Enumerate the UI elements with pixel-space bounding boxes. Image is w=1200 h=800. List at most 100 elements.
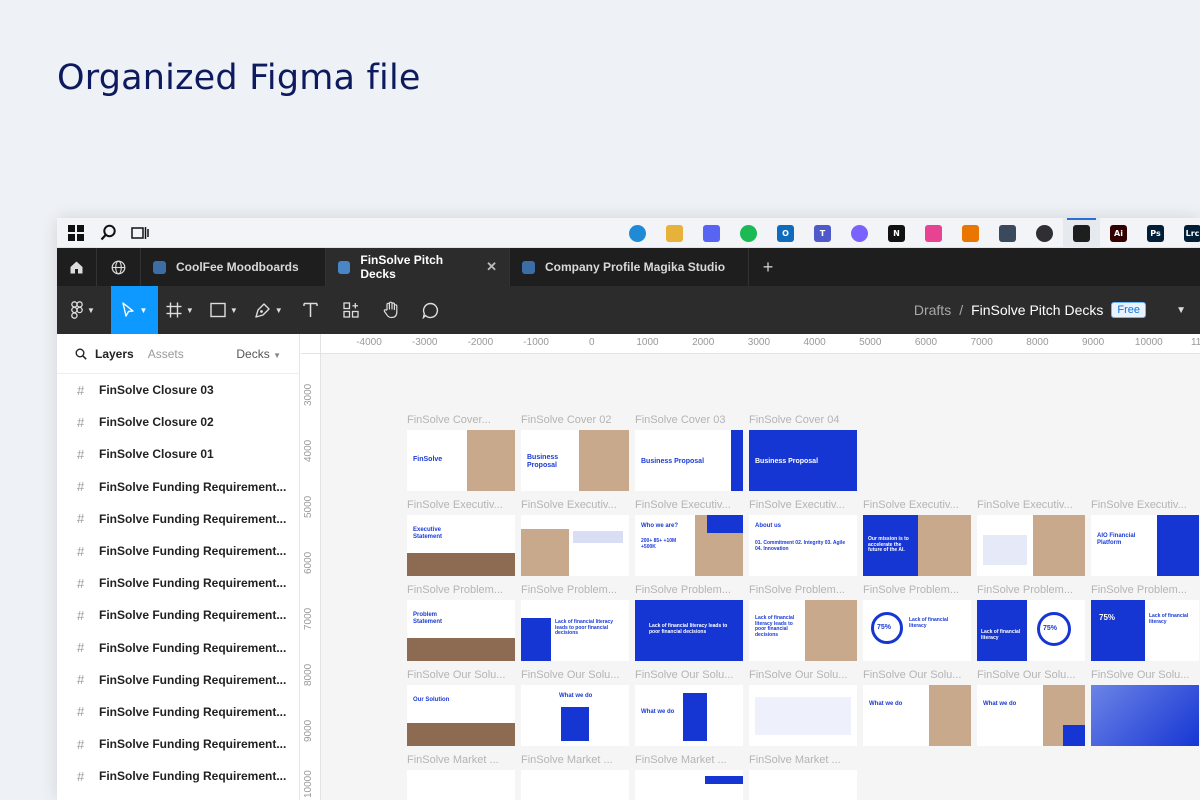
taskbar-app[interactable]: O [767,218,804,248]
taskbar-app[interactable] [1026,218,1063,248]
move-tool[interactable]: ▼ [110,286,158,334]
search-icon[interactable] [99,224,117,242]
pen-tool[interactable]: ▼ [246,286,291,334]
layer-item[interactable]: # FinSolve Funding Requirement... [57,599,299,631]
slide-frame[interactable]: Lack of financial literacy leads to poor… [635,600,743,661]
layer-item[interactable]: # FinSolve Funding Requirement... [57,632,299,664]
slide-frame[interactable]: Lack of financial literacy leads to poor… [749,600,857,661]
shape-tool[interactable]: ▼ [202,286,246,334]
layer-item[interactable]: # FinSolve Funding Requirement... [57,503,299,535]
slide-frame[interactable]: Business Proposal [521,430,629,491]
slide-frame[interactable]: Lack of financial literacy leads to poor… [521,600,629,661]
hand-tool[interactable] [371,286,411,334]
layer-item[interactable]: # FinSolve Funding Requirement... [57,471,299,503]
slide-photo [1033,515,1085,576]
taskbar-app[interactable] [693,218,730,248]
slide-frame[interactable]: FinSolve [407,430,515,491]
layer-item[interactable]: # FinSolve Closure 01 [57,438,299,470]
slide-frame[interactable]: Lack of financial literacy 75% [977,600,1085,661]
slide-frame[interactable]: What we do [977,685,1085,746]
tab-coolfee-moodboards[interactable]: CoolFee Moodboards [141,248,326,286]
search-icon[interactable] [75,348,87,360]
ruler-tick-label: 5000 [303,495,314,518]
layer-item[interactable]: # FinSolve Funding Requirement... [57,535,299,567]
taskbar-app[interactable] [656,218,693,248]
slide-frame[interactable]: Business Proposal [749,430,857,491]
frame-label: FinSolve Problem... [1091,584,1187,596]
slide-frame[interactable] [635,770,743,800]
file-name[interactable]: FinSolve Pitch Decks [971,302,1103,318]
slide-frame[interactable] [977,515,1085,576]
slide-frame[interactable]: Who we are? 200+ 85+ +10M +500K [635,515,743,576]
slide-photo [918,515,971,576]
taskbar-app[interactable] [915,218,952,248]
resources-tool[interactable] [331,286,371,334]
home-button[interactable] [57,248,97,286]
layer-item[interactable]: # FinSolve Closure 02 [57,406,299,438]
close-icon[interactable]: ✕ [486,259,497,275]
app-purple-icon [851,224,868,242]
taskbar-app[interactable]: N [878,218,915,248]
windows-start-icon[interactable] [67,224,85,242]
frame-tool[interactable]: ▼ [158,286,202,334]
slide-frame[interactable]: AIO Financial Platform [1091,515,1199,576]
ruler-tick-label: -2000 [467,337,494,348]
main-menu-button[interactable]: ▼ [57,286,103,334]
tab-layers[interactable]: Layers [95,347,134,361]
taskbar-app[interactable]: T [804,218,841,248]
layer-item[interactable]: # FinSolve Closure 03 [57,374,299,406]
slide-frame[interactable]: Executive Statement [407,515,515,576]
slide-frame[interactable] [521,515,629,576]
page-selector[interactable]: Decks ▼ [236,347,281,361]
layer-item[interactable]: # FinSolve Funding Requirement... [57,728,299,760]
layer-item[interactable]: # FinSolve Funding Requirement... [57,664,299,696]
tab-finsolve-pitch-decks[interactable]: FinSolve Pitch Decks ✕ [326,248,510,286]
taskbar-app[interactable]: Lrc [1174,218,1200,248]
ruler-tick-label: 9000 [303,719,314,742]
layer-item[interactable]: # FinSolve Funding Requirement... [57,696,299,728]
slide-frame[interactable]: About us 01. Commitment 02. Integrity 03.… [749,515,857,576]
chevron-down-icon[interactable]: ▼ [1176,286,1186,334]
task-view-icon[interactable] [131,224,149,242]
layer-name: FinSolve Funding Requirement... [99,479,287,494]
breadcrumb-drafts[interactable]: Drafts [914,302,951,318]
taskbar-app[interactable] [841,218,878,248]
comment-tool[interactable] [411,286,451,334]
slide-frame[interactable]: Problem Statement [407,600,515,661]
taskbar-app[interactable] [1063,218,1100,248]
taskbar-app[interactable]: Ps [1137,218,1174,248]
slide-title: Lack of financial literacy [909,617,949,629]
slide-accent [1091,600,1145,661]
layer-item[interactable]: # FinSolve Funding Requirement... [57,567,299,599]
new-tab-button[interactable]: + [749,248,787,286]
slide-photo [407,723,515,746]
slide-frame[interactable]: What we do [863,685,971,746]
ruler-tick-label: 5000 [859,337,882,348]
slide-frame[interactable] [749,770,857,800]
taskbar-app[interactable] [989,218,1026,248]
slide-frame[interactable]: Our Solution [407,685,515,746]
slide-frame[interactable]: 75% Lack of financial literacy [1091,600,1199,661]
slide-frame[interactable] [1091,685,1199,746]
slide-frame[interactable] [521,770,629,800]
canvas[interactable]: -4000 -3000 -2000 -1000 0 1000 2000 3000 4000 500… [301,334,1200,800]
slide-frame[interactable] [407,770,515,800]
breadcrumb-separator: / [959,302,964,318]
taskbar-app[interactable] [952,218,989,248]
taskbar-app[interactable] [730,218,767,248]
community-button[interactable] [97,248,141,286]
chevron-down-icon: ▼ [274,305,283,315]
text-tool[interactable] [291,286,331,334]
slide-frame[interactable] [749,685,857,746]
ruler-tick-label: 6000 [914,337,938,348]
slide-frame[interactable]: Our mission is to accelerate the future … [863,515,971,576]
taskbar-app[interactable]: Ai [1100,218,1137,248]
slide-frame[interactable]: What we do [521,685,629,746]
slide-frame[interactable]: 75% Lack of financial literacy [863,600,971,661]
layer-item[interactable]: # FinSolve Funding Requirement... [57,760,299,792]
slide-frame[interactable]: What we do [635,685,743,746]
taskbar-app[interactable] [619,218,656,248]
slide-frame[interactable]: Business Proposal [635,430,743,491]
tab-company-profile[interactable]: Company Profile Magika Studio [510,248,749,286]
tab-assets[interactable]: Assets [148,347,184,361]
